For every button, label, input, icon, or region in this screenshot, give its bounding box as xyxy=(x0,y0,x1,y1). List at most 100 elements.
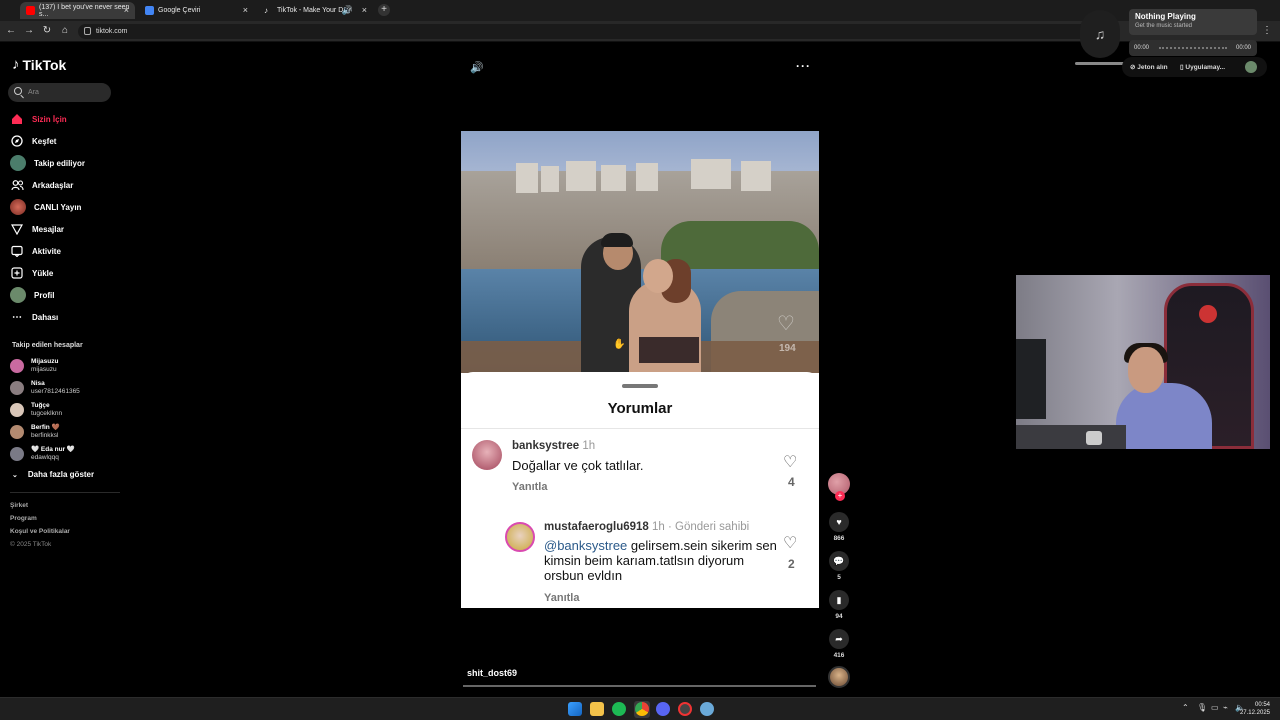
sidebar-item-more[interactable]: ⋯ Dahası xyxy=(10,306,120,328)
time-current: 00:00 xyxy=(1134,45,1150,51)
sidebar-divider xyxy=(10,492,120,493)
upload-icon xyxy=(10,266,24,280)
sidebar-item-messages[interactable]: Mesajlar xyxy=(10,218,120,240)
sidebar-item-label: Yükle xyxy=(32,268,54,278)
app-icon[interactable] xyxy=(678,702,692,716)
heart-icon: ♥ xyxy=(829,512,849,532)
browser-tab-tiktok[interactable]: ♪ TikTok - Make Your Day 🔊 × xyxy=(258,2,373,19)
reload-icon[interactable]: ↻ xyxy=(40,25,54,36)
comment-time: 1h xyxy=(582,440,596,452)
like-comment-icon[interactable]: ♡ xyxy=(783,533,797,553)
clock-time: 00:54 xyxy=(1254,702,1270,708)
close-icon[interactable]: × xyxy=(124,5,129,15)
music-note-icon[interactable]: ♫ xyxy=(1080,10,1120,58)
chrome-icon[interactable] xyxy=(635,702,649,716)
comment-like-count: 2 xyxy=(788,557,795,571)
music-disc-avatar[interactable] xyxy=(828,666,850,688)
sidebar-item-friends[interactable]: Arkadaşlar xyxy=(10,174,120,196)
comment-username[interactable]: mustafaeroglu6918 1h · Gönderi sahibi xyxy=(544,521,749,533)
system-clock[interactable]: 00:54 27.12.2025 xyxy=(1240,701,1270,717)
back-icon[interactable]: ← xyxy=(4,25,18,36)
activity-icon xyxy=(10,244,24,258)
footer-link-program[interactable]: Program xyxy=(10,515,70,528)
sidebar-item-label: Sizin İçin xyxy=(32,114,67,124)
video-player[interactable]: ♡ 194 ✋ Yorumlar banksystree 1h Doğallar… xyxy=(461,131,819,608)
monitor-icon[interactable]: ▭ xyxy=(1211,703,1219,712)
sidebar-item-live[interactable]: CANLI Yayın xyxy=(10,196,120,218)
forward-icon[interactable]: → xyxy=(22,25,36,36)
google-translate-icon xyxy=(145,6,154,15)
volume-icon[interactable]: 🔊 xyxy=(470,61,484,74)
sidebar-item-for-you[interactable]: Sizin İçin xyxy=(10,108,120,130)
list-item[interactable]: Tuğçe tugceklknn xyxy=(10,399,120,421)
sidebar-item-upload[interactable]: Yükle xyxy=(10,262,120,284)
app-icon[interactable] xyxy=(700,702,714,716)
friends-icon xyxy=(10,178,24,192)
site-info-icon[interactable] xyxy=(84,27,91,35)
browser-tab-translate[interactable]: Google Çeviri × xyxy=(139,2,254,19)
sidebar-item-activity[interactable]: Aktivite xyxy=(10,240,120,262)
sheet-drag-handle[interactable] xyxy=(622,384,658,388)
now-playing-widget[interactable]: Nothing Playing Get the music started xyxy=(1129,9,1257,35)
sidebar-item-following[interactable]: Takip ediliyor xyxy=(10,152,120,174)
profile-avatar[interactable] xyxy=(1245,61,1257,73)
list-item[interactable]: Nisa user7812461365 xyxy=(10,377,120,399)
search-icon xyxy=(14,87,22,95)
file-explorer-icon[interactable] xyxy=(590,702,604,716)
close-icon[interactable]: × xyxy=(362,5,367,15)
sidebar-item-label: Profil xyxy=(34,290,55,300)
microphone-icon[interactable]: 🎙 xyxy=(1197,703,1207,712)
sidebar-item-explore[interactable]: Keşfet xyxy=(10,130,120,152)
close-icon[interactable]: × xyxy=(243,5,248,15)
video-author[interactable]: shit_dost69 xyxy=(467,668,517,678)
home-icon[interactable]: ⌂ xyxy=(58,25,72,36)
video-progress-bar[interactable] xyxy=(463,685,816,687)
comment-meta: 1h · Gönderi sahibi xyxy=(652,521,750,533)
username: banksystree xyxy=(512,440,580,452)
tiktok-logo[interactable]: ♪ TikTok xyxy=(12,56,66,73)
list-item[interactable]: Berfin 🤎 berfinkksl xyxy=(10,421,120,443)
get-app-button[interactable]: ▯ Uygulamay... xyxy=(1180,63,1225,71)
reply-button[interactable]: Yanıtla xyxy=(544,592,579,604)
avatar xyxy=(10,359,24,373)
share-button[interactable]: ➦ 416 xyxy=(828,629,850,659)
browser-menu-icon[interactable]: ⋮ xyxy=(1262,25,1272,36)
progress-track xyxy=(1159,47,1227,49)
music-progress[interactable]: 00:00 00:00 xyxy=(1129,40,1257,56)
footer-link-company[interactable]: Şirket xyxy=(10,502,70,515)
video-more-icon[interactable]: ··· xyxy=(796,59,811,73)
mention-link[interactable]: @banksystree xyxy=(544,538,627,553)
chevron-up-icon[interactable]: ⌃ xyxy=(1182,703,1189,712)
compass-icon xyxy=(10,134,24,148)
avatar[interactable] xyxy=(472,440,502,470)
home-icon xyxy=(10,112,24,126)
comment-icon: 💬 xyxy=(829,551,849,571)
footer-link-terms[interactable]: Koşul ve Politikalar xyxy=(10,528,70,541)
sidebar-item-profile[interactable]: Profil xyxy=(10,284,120,306)
like-button[interactable]: ♥ 866 xyxy=(828,512,850,542)
username: mustafaeroglu6918 xyxy=(544,521,649,533)
save-button[interactable]: ▮ 94 xyxy=(828,590,850,620)
browser-tab-youtube[interactable]: (137) I bet you've never seen s... × xyxy=(20,2,135,19)
spotify-icon[interactable] xyxy=(612,702,626,716)
reply-button[interactable]: Yanıtla xyxy=(512,481,547,493)
show-more-button[interactable]: ⌄ Daha fazla göster xyxy=(12,470,94,479)
list-item[interactable]: 🤍 Eda nur 🤍 edawlqqq xyxy=(10,443,120,465)
url-input[interactable]: tiktok.com xyxy=(78,24,1088,39)
volume-slider[interactable] xyxy=(1075,62,1127,65)
tiktok-top-actions: ⊘ Jeton alın ▯ Uygulamay... xyxy=(1122,57,1267,77)
search-input[interactable]: Ara xyxy=(8,83,111,102)
follow-plus-icon[interactable]: + xyxy=(835,491,845,501)
speaker-icon[interactable]: 🔊 xyxy=(342,5,353,16)
new-tab-button[interactable]: + xyxy=(378,4,390,16)
like-comment-icon[interactable]: ♡ xyxy=(783,452,797,472)
comment-username[interactable]: banksystree 1h xyxy=(512,440,595,452)
network-icon[interactable]: ⌁ xyxy=(1223,703,1228,712)
get-coins-button[interactable]: ⊘ Jeton alın xyxy=(1130,63,1168,71)
windows-start-icon[interactable] xyxy=(568,702,582,716)
tiktok-icon: ♪ xyxy=(264,6,268,15)
discord-icon[interactable] xyxy=(656,702,670,716)
comment-button[interactable]: 💬 5 xyxy=(828,551,850,581)
avatar[interactable] xyxy=(505,522,535,552)
list-item[interactable]: Mijasuzu mijasuzu xyxy=(10,355,120,377)
